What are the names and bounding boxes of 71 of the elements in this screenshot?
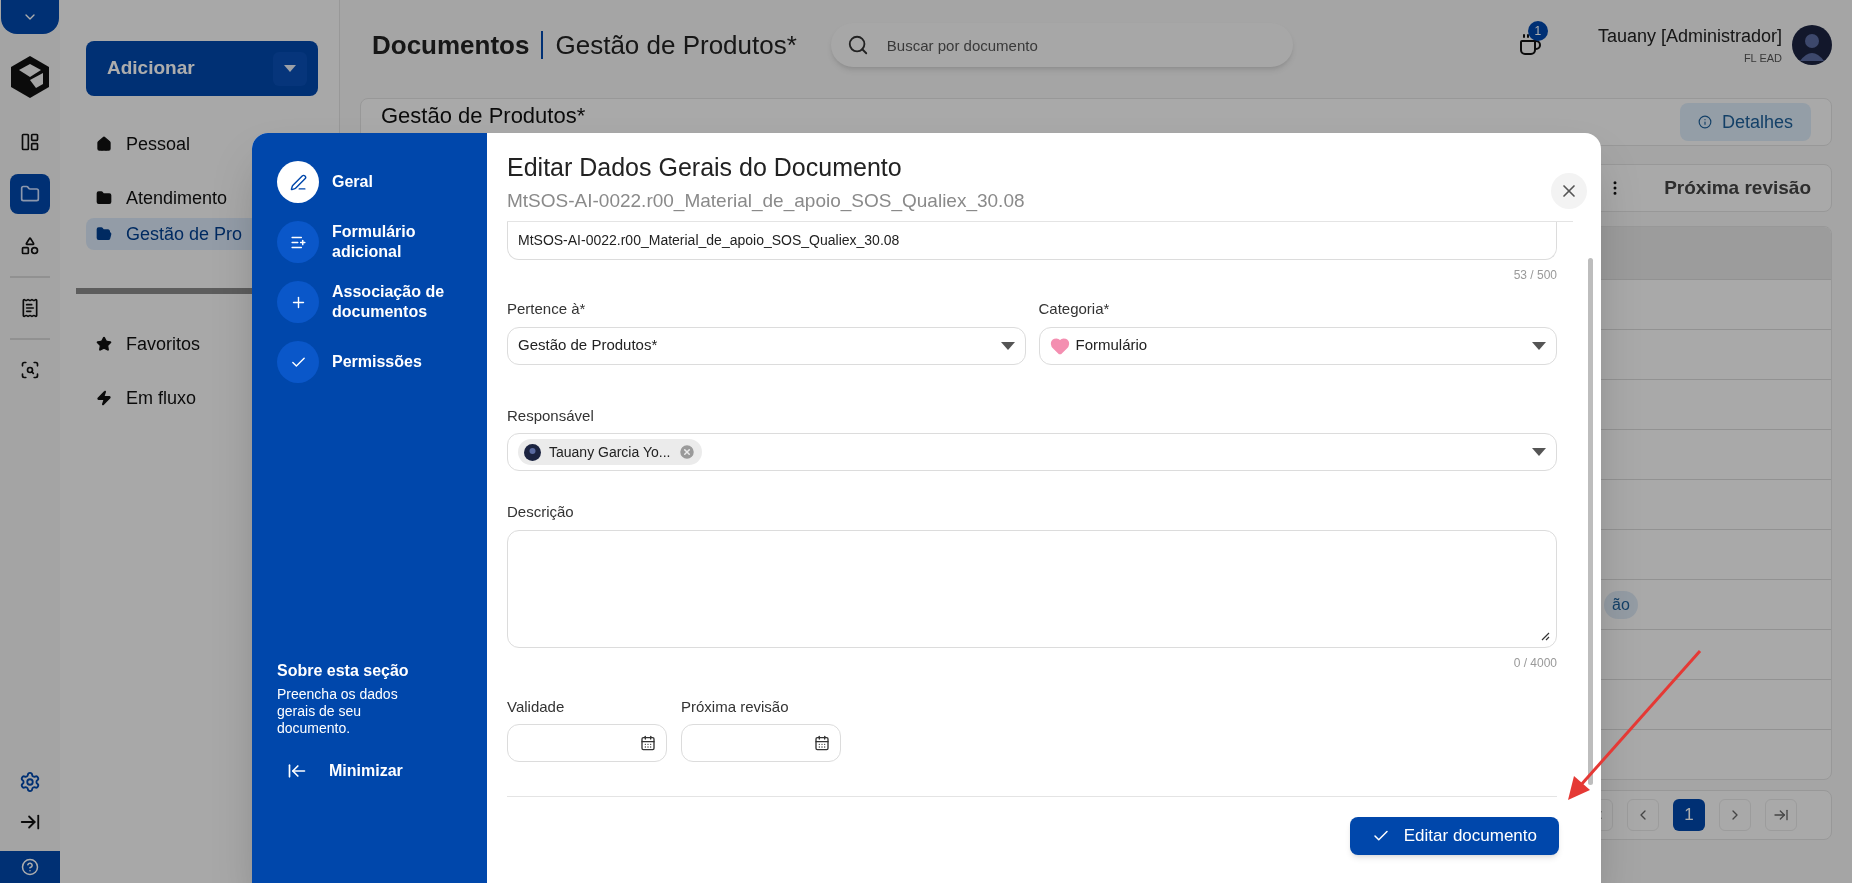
pen-icon bbox=[289, 173, 307, 191]
modal-title: Editar Dados Gerais do Documento bbox=[507, 152, 903, 183]
person-chip[interactable]: Tauany Garcia Yo... bbox=[518, 439, 703, 465]
star-icon bbox=[96, 336, 112, 352]
calendar-icon bbox=[814, 735, 830, 751]
pagination-button[interactable] bbox=[1765, 799, 1797, 831]
add-menu-toggle[interactable] bbox=[273, 51, 307, 86]
edit-document-button[interactable]: Editar documento bbox=[1349, 817, 1559, 855]
last-page-icon bbox=[1773, 807, 1789, 823]
status-tag: ão bbox=[1604, 590, 1638, 619]
page-subtitle: Gestão de Produtos* bbox=[555, 28, 797, 62]
folder-icon bbox=[20, 184, 40, 204]
rail-button[interactable] bbox=[10, 174, 50, 214]
user-name: Tauany [Administrador] bbox=[1597, 25, 1782, 49]
section-title: Gestão de Produtos* bbox=[381, 103, 586, 129]
close-button[interactable] bbox=[1551, 173, 1587, 209]
date-field[interactable] bbox=[507, 724, 667, 762]
logo-icon bbox=[11, 56, 49, 98]
dropdown-caret-icon bbox=[1532, 448, 1546, 456]
folder-open-icon bbox=[96, 226, 112, 242]
field-label: Responsável bbox=[507, 405, 595, 426]
lightning-icon bbox=[96, 390, 112, 406]
dropdown-caret-icon bbox=[1000, 341, 1015, 350]
character-counter: 53 / 500 bbox=[1513, 267, 1557, 284]
category-select[interactable]: Formulário bbox=[1038, 326, 1557, 365]
shapes-icon bbox=[20, 236, 40, 256]
sidebar-item[interactable]: Em fluxo bbox=[86, 382, 326, 414]
heart-icon bbox=[1049, 335, 1070, 356]
details-button[interactable]: Detalhes bbox=[1679, 103, 1811, 141]
collapse-button[interactable] bbox=[1, 0, 59, 34]
search-icon bbox=[846, 34, 869, 56]
home-icon bbox=[96, 136, 112, 152]
field-label: Descrição bbox=[507, 502, 575, 522]
column-header: Próxima revisão bbox=[1664, 175, 1811, 200]
notification-count: 1 bbox=[1527, 21, 1548, 41]
about-text: Preencha os dados gerais de seu documento. bbox=[277, 686, 399, 737]
avatar[interactable] bbox=[1792, 25, 1832, 65]
field-label: Validade bbox=[507, 696, 566, 717]
scan-icon bbox=[20, 360, 40, 380]
field-label: Categoria* bbox=[1038, 299, 1111, 319]
field-label: Pertence à* bbox=[507, 299, 587, 319]
caret-icon bbox=[284, 65, 296, 72]
character-counter: 0 / 4000 bbox=[1513, 654, 1557, 672]
page-button[interactable]: 1 bbox=[1673, 799, 1705, 831]
belongs-to-select[interactable]: Gestão de Produtos* bbox=[507, 326, 1026, 365]
page-title: Documentos bbox=[372, 28, 530, 62]
collapse-left-icon bbox=[287, 761, 307, 781]
description-field[interactable] bbox=[507, 529, 1557, 648]
modal-subtitle: MtSOS-AI-0022.r00_Material_de_apoio_SOS_Qualiex_30.08 bbox=[507, 188, 1025, 214]
organization-name: FL EAD bbox=[1743, 51, 1782, 67]
about-title: Sobre esta seção bbox=[277, 661, 410, 681]
search-field[interactable]: Buscar por documento bbox=[830, 23, 1293, 67]
notifications-icon[interactable] bbox=[1517, 33, 1542, 57]
info-icon bbox=[1697, 115, 1712, 129]
dashboard-icon bbox=[20, 132, 40, 152]
minimize-button[interactable]: Minimizar bbox=[287, 759, 487, 783]
field-label: Próxima revisão bbox=[681, 696, 790, 717]
date-field[interactable] bbox=[681, 724, 841, 762]
responsible-select[interactable]: Tauany Garcia Yo... bbox=[507, 433, 1557, 471]
document-name-field[interactable]: MtSOS-AI-0022.r00_Material_de_apoio_SOS_Qualiex_30.08 bbox=[507, 222, 1557, 260]
avatar bbox=[524, 443, 541, 461]
folder-icon bbox=[96, 190, 112, 206]
step-item[interactable]: Associação de documentos bbox=[277, 281, 487, 323]
calendar-icon bbox=[640, 735, 656, 751]
settings-icon[interactable] bbox=[19, 771, 41, 793]
sidebar-item[interactable]: Pessoal bbox=[86, 128, 326, 160]
dropdown-caret-icon bbox=[1532, 341, 1546, 350]
add-button[interactable]: Adicionar bbox=[86, 41, 318, 96]
document-icon bbox=[20, 298, 40, 318]
resize-handle-icon bbox=[1541, 631, 1550, 641]
help-icon[interactable] bbox=[21, 858, 39, 876]
